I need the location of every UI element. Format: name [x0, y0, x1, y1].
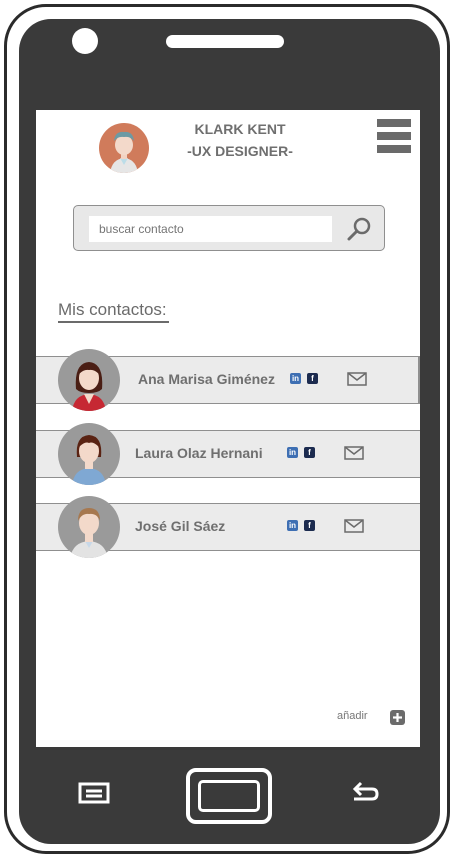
- contact-avatar[interactable]: [58, 423, 120, 485]
- camera-lens: [72, 28, 98, 54]
- profile-avatar[interactable]: [99, 123, 149, 173]
- contact-name: Laura Olaz Hernani: [135, 445, 263, 461]
- menu-key-icon[interactable]: [78, 782, 112, 804]
- profile-name: KLARK KENT: [194, 121, 286, 137]
- profile-name-block: KLARK KENT -UX DESIGNER-: [166, 118, 314, 162]
- linkedin-icon[interactable]: in: [287, 520, 298, 531]
- mail-icon[interactable]: [347, 372, 367, 386]
- facebook-icon[interactable]: f: [304, 447, 315, 458]
- search-input[interactable]: [89, 216, 332, 242]
- linkedin-icon[interactable]: in: [290, 373, 301, 384]
- back-arrow-icon[interactable]: [350, 779, 380, 803]
- linkedin-icon[interactable]: in: [287, 447, 298, 458]
- search-bar: [73, 205, 385, 251]
- profile-role: -UX DESIGNER-: [187, 143, 293, 159]
- mail-icon[interactable]: [344, 519, 364, 533]
- mail-icon[interactable]: [344, 446, 364, 460]
- add-contact-label[interactable]: añadir: [337, 710, 368, 722]
- contact-avatar[interactable]: [58, 496, 120, 558]
- speaker-grille: [166, 35, 284, 48]
- contact-name: José Gil Sáez: [135, 518, 226, 534]
- home-button[interactable]: [186, 768, 272, 824]
- facebook-icon[interactable]: f: [307, 373, 318, 384]
- plus-icon[interactable]: [390, 710, 405, 725]
- contact-avatar[interactable]: [58, 349, 120, 411]
- facebook-icon[interactable]: f: [304, 520, 315, 531]
- menu-icon[interactable]: [377, 119, 411, 155]
- contact-name: Ana Marisa Giménez: [138, 371, 275, 387]
- section-underline: [58, 321, 169, 323]
- contacts-section-title: Mis contactos:: [58, 300, 167, 319]
- search-icon[interactable]: [345, 215, 373, 243]
- app-screen: KLARK KENT -UX DESIGNER- Mis contactos: …: [36, 110, 420, 747]
- home-button-inner: [198, 780, 260, 812]
